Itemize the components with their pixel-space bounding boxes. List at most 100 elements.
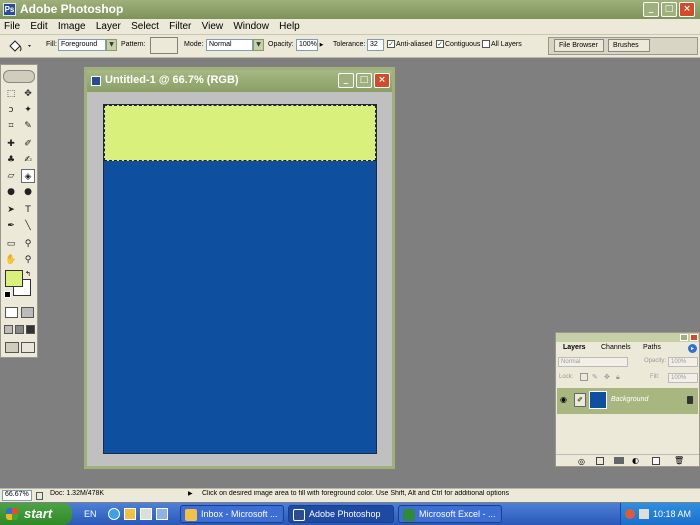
rectangle-tool-icon[interactable]: ╲ [21,219,35,233]
photoshop-app-icon[interactable]: Ps [3,3,16,16]
contiguous-checkbox[interactable]: ✓ [436,40,444,48]
start-button[interactable]: start [0,503,72,525]
doc-info[interactable]: Doc: 1.32M/478K [50,490,104,501]
move-tool-icon[interactable]: ✥ [21,87,35,101]
pattern-picker[interactable] [150,37,178,54]
menu-help[interactable]: Help [275,19,304,32]
taskbar-item-photoshop[interactable]: Adobe Photoshop [288,505,394,523]
eye-icon[interactable]: ◉ [560,395,570,405]
path-selection-tool-icon[interactable]: ➤ [4,203,18,217]
eyedropper-tool-icon[interactable]: ⚲ [21,237,35,251]
standard-screen-mode-icon[interactable] [4,325,13,334]
layer-opacity-input[interactable]: 100% [668,357,698,367]
swap-colors-icon[interactable]: ↰ [25,270,33,278]
ie-icon[interactable] [108,508,120,520]
tab-channels[interactable]: Channels [598,344,634,354]
layers-palette-minimize-button[interactable] [680,334,688,341]
paint-bucket-tool-icon[interactable]: ◈ [21,169,35,183]
hand-tool-icon[interactable]: ✋ [4,253,18,267]
trash-icon[interactable]: 🗑︎ [674,456,684,465]
menu-filter[interactable]: Filter [165,19,195,32]
explorer-icon[interactable] [156,508,168,520]
opacity-input[interactable]: 100% [296,39,318,51]
desktop-icon[interactable] [140,508,152,520]
brush-link-icon[interactable]: ✐ [574,393,586,407]
eraser-tool-icon[interactable]: ▱ [4,169,18,183]
adobe-online-button[interactable] [3,70,35,83]
layer-style-icon[interactable]: ◎ [578,457,585,466]
history-brush-tool-icon[interactable]: ✍ [21,153,35,167]
lasso-tool-icon[interactable]: ↄ [4,103,18,117]
menu-view[interactable]: View [198,19,228,32]
new-layer-icon[interactable] [652,457,660,465]
layers-palette-close-button[interactable] [690,334,698,341]
document-minimize-button[interactable]: _ [338,73,354,88]
lock-transparency-icon[interactable] [580,373,588,381]
all-layers-checkbox[interactable] [482,40,490,48]
minimize-button[interactable]: _ [643,2,659,17]
brush-tool-icon[interactable]: ✐ [21,137,35,151]
menu-file[interactable]: File [0,19,24,32]
marquee-tool-icon[interactable]: ⬚ [4,87,18,101]
blend-mode-select[interactable]: Normal [558,357,628,367]
fill-select[interactable]: Foreground [58,39,106,51]
slice-tool-icon[interactable]: ✎ [21,119,35,133]
magic-wand-tool-icon[interactable]: ✦ [21,103,35,117]
dodge-tool-icon[interactable]: ● [21,185,35,199]
status-arrow-icon[interactable]: ▶ [188,490,194,501]
layer-fill-input[interactable]: 100% [668,373,698,383]
clock[interactable]: 10:18 AM [653,509,691,519]
quick-mask-mode-icon[interactable] [21,307,34,318]
add-mask-icon[interactable] [596,457,604,465]
tab-paths[interactable]: Paths [640,344,664,354]
adjustment-layer-icon[interactable]: ◐ [632,456,639,465]
language-indicator[interactable]: EN [84,509,97,519]
tab-file-browser[interactable]: File Browser [554,39,604,52]
standard-mode-icon[interactable] [5,307,18,318]
tab-brushes[interactable]: Brushes [608,39,650,52]
network-icon[interactable] [639,509,649,519]
document-maximize-button[interactable]: □ [356,73,372,88]
filled-selection[interactable] [104,105,376,161]
foreground-color-swatch[interactable] [5,270,23,287]
jump-to-imageready-icon[interactable] [5,342,19,353]
menu-layer[interactable]: Layer [92,19,125,32]
crop-tool-icon[interactable]: ⌗ [4,119,18,133]
tolerance-input[interactable]: 32 [367,39,384,51]
fill-dropdown-arrow[interactable]: ▼ [106,39,117,51]
anti-aliased-checkbox[interactable]: ✓ [387,40,395,48]
zoom-tool-icon[interactable]: ⚲ [21,253,35,267]
lock-position-icon[interactable]: ✥ [604,373,612,381]
clone-stamp-tool-icon[interactable]: ♣ [4,153,18,167]
layers-palette-title-bar[interactable] [556,333,699,342]
taskbar-item-excel[interactable]: Microsoft Excel - ... [398,505,502,523]
maximize-button[interactable]: □ [661,2,677,17]
default-colors-icon[interactable] [4,291,11,298]
document-icon[interactable] [91,76,101,86]
tab-layers[interactable]: Layers [560,344,589,354]
layer-row[interactable]: ◉ ✐ Background [557,388,698,414]
menu-image[interactable]: Image [54,19,90,32]
menu-edit[interactable]: Edit [26,19,51,32]
tray-expand-icon[interactable] [625,509,635,519]
menu-window[interactable]: Window [229,19,273,32]
close-button[interactable]: × [679,2,695,17]
menu-select[interactable]: Select [127,19,163,32]
document-title-bar[interactable]: Untitled-1 @ 66.7% (RGB) _ □ × [87,70,392,92]
opacity-arrow-icon[interactable]: ▶ [318,39,325,51]
mode-select[interactable]: Normal [206,39,253,51]
document-close-button[interactable]: × [374,73,390,88]
imageready-icon[interactable] [21,342,35,353]
outlook-icon[interactable] [124,508,136,520]
blur-tool-icon[interactable]: ● [4,185,18,199]
notes-tool-icon[interactable]: ▭ [4,237,18,251]
pen-tool-icon[interactable]: ✒ [4,219,18,233]
zoom-level[interactable]: 66.67% [2,490,32,501]
type-tool-icon[interactable]: T [21,203,35,217]
full-screen-mode-icon[interactable] [26,325,35,334]
lock-image-icon[interactable]: ✎ [592,373,600,381]
healing-brush-tool-icon[interactable]: ✚ [4,137,18,151]
new-set-icon[interactable] [614,457,624,464]
tool-preset-picker[interactable] [4,38,34,54]
mode-dropdown-arrow[interactable]: ▼ [253,39,264,51]
